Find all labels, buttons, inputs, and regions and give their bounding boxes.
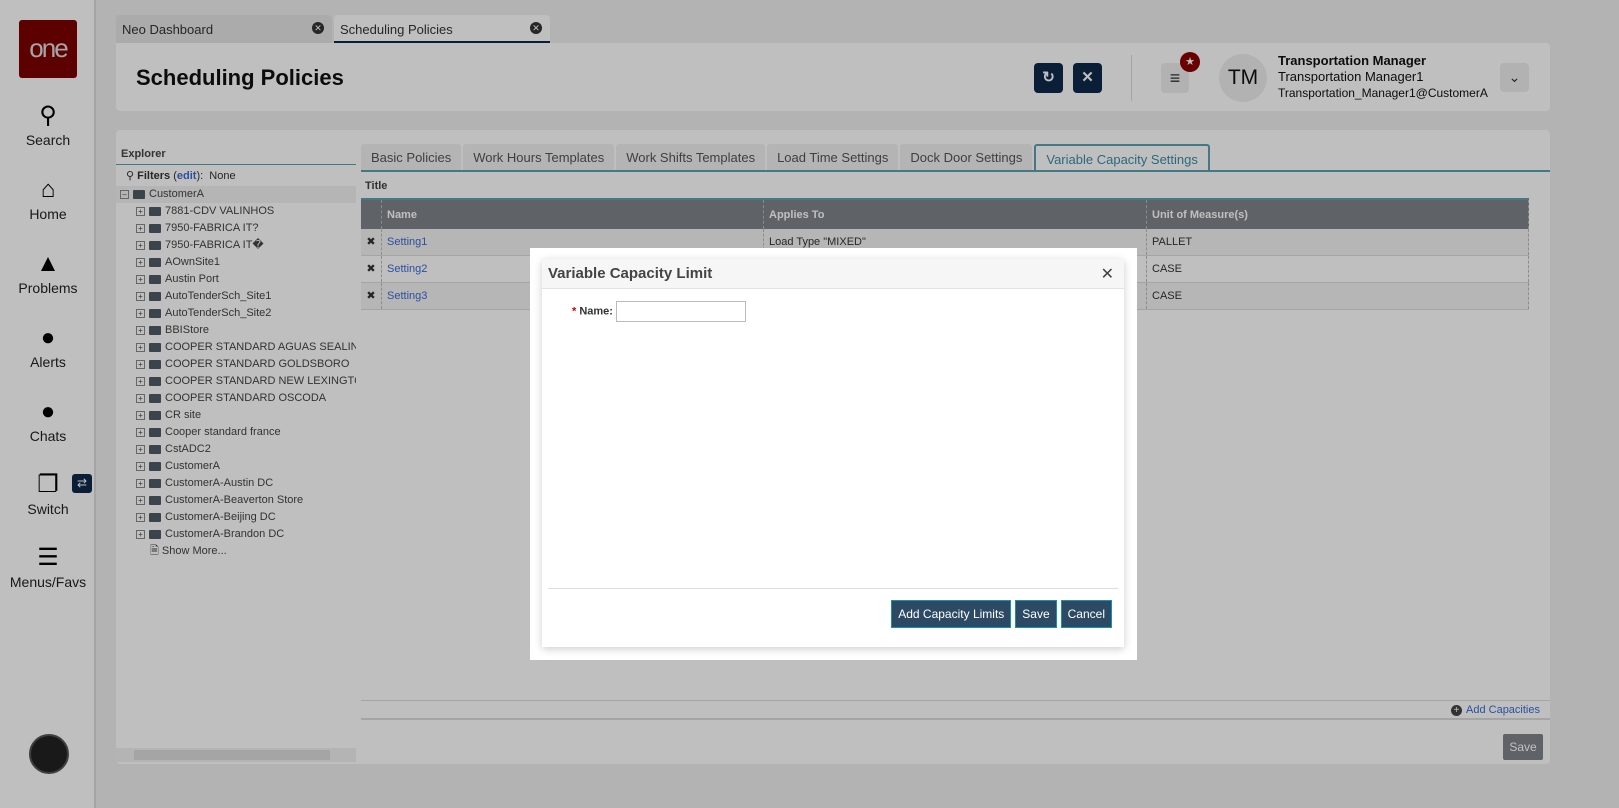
cancel-button[interactable]: Cancel bbox=[1060, 600, 1112, 628]
dialog-title: Variable Capacity Limit bbox=[548, 265, 713, 282]
variable-capacity-limit-dialog: Variable Capacity Limit ✕ * Name: Add Cap… bbox=[542, 259, 1124, 647]
dialog-save-button[interactable]: Save bbox=[1015, 600, 1057, 628]
close-icon[interactable]: ✕ bbox=[1101, 264, 1114, 284]
name-label: Name: bbox=[579, 305, 613, 318]
add-capacity-limits-button[interactable]: Add Capacity Limits bbox=[891, 600, 1012, 628]
name-input[interactable] bbox=[615, 301, 746, 322]
divider bbox=[548, 588, 1118, 589]
name-field: * Name: bbox=[572, 301, 746, 322]
